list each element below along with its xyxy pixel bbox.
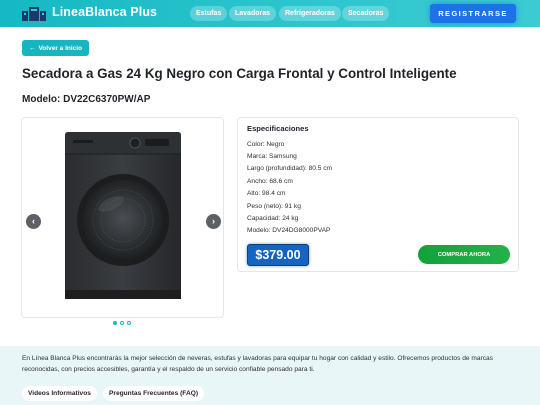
product-title: Secadora a Gas 24 Kg Negro con Carga Fro… — [22, 66, 457, 81]
product-model: Modelo: DV22C6370PW/AP — [22, 94, 151, 105]
carousel-indicators — [113, 321, 131, 325]
arrow-left-icon: ← — [28, 44, 36, 52]
buy-now-button[interactable]: COMPRAR AHORA — [418, 245, 510, 264]
register-button[interactable]: REGISTRARSE — [430, 4, 516, 23]
spec-model: Modelo: DV24DG8000PVAP — [247, 227, 331, 234]
top-navbar: LineaBlanca Plus Estufas Lavadoras Refri… — [0, 0, 540, 27]
spec-brand: Marca: Samsung — [247, 153, 297, 160]
carousel-dot[interactable] — [113, 321, 117, 325]
footer-link-videos[interactable]: Videos Informativos — [22, 386, 97, 401]
footer-link-faq[interactable]: Preguntas Frecuentes (FAQ) — [103, 386, 205, 401]
carousel-prev-button[interactable]: ‹ — [26, 214, 41, 229]
price-tag: $379.00 — [247, 244, 309, 266]
product-image — [65, 132, 181, 299]
footer-description: En Línea Blanca Plus encontrarás la mejo… — [22, 355, 493, 373]
spec-color: Color: Negro — [247, 141, 285, 148]
logo-icon[interactable] — [22, 5, 46, 21]
back-label: Volver a Inicio — [38, 44, 83, 52]
nav-secadoras[interactable]: Secadoras — [342, 6, 390, 21]
nav-estufas[interactable]: Estufas — [190, 6, 228, 21]
spec-capacity: Capacidad: 24 kg — [247, 215, 299, 222]
specifications-card: Especificaciones Color: Negro Marca: Sam… — [237, 117, 519, 272]
carousel-next-button[interactable]: › — [206, 214, 221, 229]
carousel-dot[interactable] — [127, 321, 131, 325]
spec-weight: Peso (neto): 91 kg — [247, 203, 301, 210]
spec-width: Ancho: 68.6 cm — [247, 178, 293, 185]
carousel-dot[interactable] — [120, 321, 124, 325]
back-to-home-button[interactable]: ← Volver a Inicio — [22, 40, 89, 56]
product-image-carousel: ‹ › — [21, 117, 224, 318]
spec-depth: Largo (profundidad): 80.5 cm — [247, 165, 333, 172]
nav-lavadoras[interactable]: Lavadoras — [229, 6, 277, 21]
brand-name[interactable]: LineaBlanca Plus — [52, 5, 157, 19]
chevron-left-icon: ‹ — [32, 216, 35, 226]
footer: En Línea Blanca Plus encontrarás la mejo… — [0, 346, 540, 405]
nav-refrigeradoras[interactable]: Refrigeradoras — [279, 6, 341, 21]
spec-height: Alto: 98.4 cm — [247, 190, 286, 197]
specifications-title: Especificaciones — [247, 124, 309, 133]
chevron-right-icon: › — [212, 216, 215, 226]
